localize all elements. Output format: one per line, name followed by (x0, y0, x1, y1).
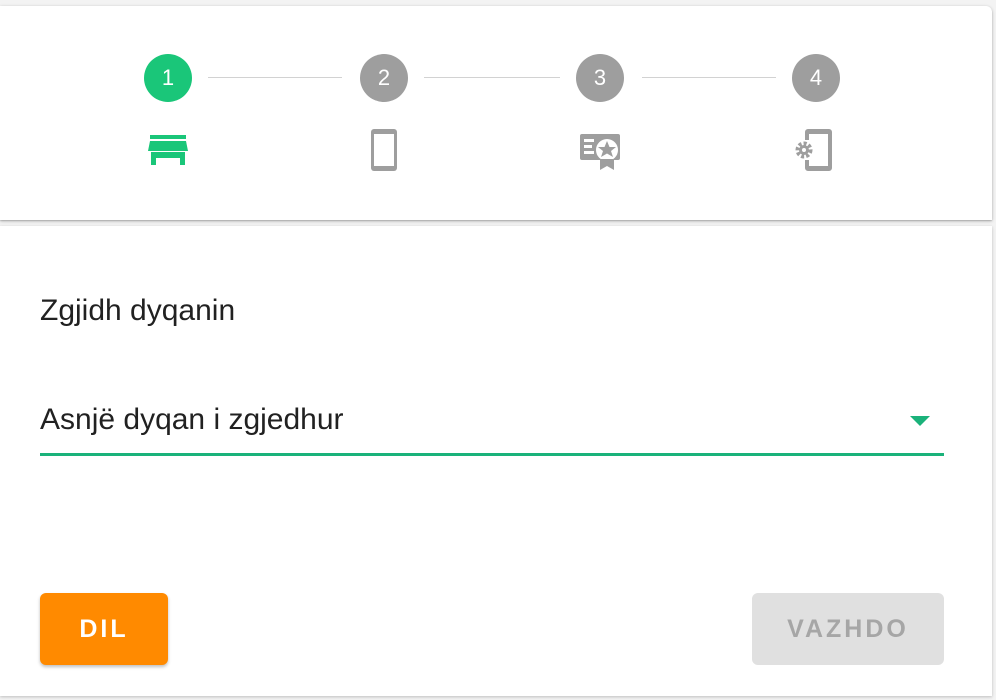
store-select-value: Asnjë dyqan i zgjedhur (40, 403, 344, 436)
store-icon (144, 126, 192, 174)
step-connector (642, 77, 776, 78)
step-connector (208, 77, 342, 78)
step-1-indicator[interactable]: 1 (144, 54, 192, 102)
loyalty-card-icon (576, 126, 624, 174)
exit-button[interactable]: DIL (40, 593, 168, 665)
smartphone-icon (360, 126, 408, 174)
store-select-label: Zgjidh dyqanin (40, 294, 236, 327)
stepper-card: 1 2 3 4 (0, 6, 992, 220)
dropdown-arrow-icon[interactable] (910, 416, 930, 426)
continue-button[interactable]: VAZHDO (752, 593, 944, 665)
step-2-indicator[interactable]: 2 (360, 54, 408, 102)
step-4-indicator[interactable]: 4 (792, 54, 840, 102)
store-select[interactable]: Asnjë dyqan i zgjedhur (40, 394, 944, 456)
phone-settings-icon (792, 126, 840, 174)
store-selection-form: Zgjidh dyqanin Asnjë dyqan i zgjedhur DI… (0, 226, 992, 696)
step-connector (424, 77, 560, 78)
step-3-indicator[interactable]: 3 (576, 54, 624, 102)
